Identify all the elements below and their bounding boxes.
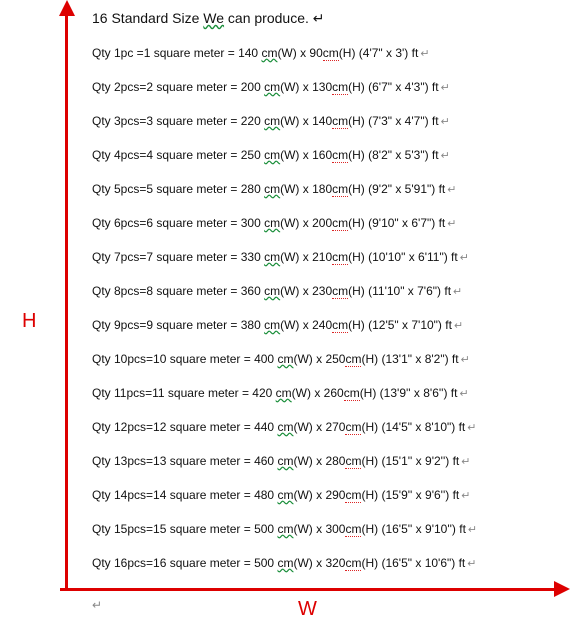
- arrow-right-icon: [554, 581, 570, 597]
- size-entry: Qty 5pcs=5 square meter = 280 cm(W) x 18…: [92, 182, 552, 216]
- size-entry: Qty 1pc =1 square meter = 140 cm(W) x 90…: [92, 46, 552, 80]
- line-break-icon: ↵: [313, 10, 325, 26]
- size-entry: Qty 4pcs=4 square meter = 250 cm(W) x 16…: [92, 148, 552, 182]
- size-entry: Qty 11pcs=11 square meter = 420 cm(W) x …: [92, 386, 552, 420]
- size-entry: Qty 2pcs=2 square meter = 200 cm(W) x 13…: [92, 80, 552, 114]
- title-prefix: 16 Standard Size: [92, 10, 203, 26]
- height-axis-line: [65, 5, 68, 590]
- size-entry: Qty 12pcs=12 square meter = 440 cm(W) x …: [92, 420, 552, 454]
- title-we: We: [203, 10, 224, 26]
- size-entry: Qty 3pcs=3 square meter = 220 cm(W) x 14…: [92, 114, 552, 148]
- size-entry: Qty 8pcs=8 square meter = 360 cm(W) x 23…: [92, 284, 552, 318]
- chart-title: 16 Standard Size We can produce. ↵: [92, 10, 325, 27]
- size-entries: Qty 1pc =1 square meter = 140 cm(W) x 90…: [92, 46, 552, 590]
- size-entry: Qty 9pcs=9 square meter = 380 cm(W) x 24…: [92, 318, 552, 352]
- title-suffix: can produce.: [224, 10, 309, 26]
- size-entry: Qty 15pcs=15 square meter = 500 cm(W) x …: [92, 522, 552, 556]
- size-entry: Qty 6pcs=6 square meter = 300 cm(W) x 20…: [92, 216, 552, 250]
- size-entry: Qty 13pcs=13 square meter = 460 cm(W) x …: [92, 454, 552, 488]
- size-entry: Qty 16pcs=16 square meter = 500 cm(W) x …: [92, 556, 552, 590]
- width-axis-label: W: [298, 598, 317, 621]
- line-break-icon: ↵: [92, 598, 102, 612]
- size-entry: Qty 10pcs=10 square meter = 400 cm(W) x …: [92, 352, 552, 386]
- size-entry: Qty 7pcs=7 square meter = 330 cm(W) x 21…: [92, 250, 552, 284]
- height-axis-label: H: [22, 310, 36, 333]
- size-chart: H W 16 Standard Size We can produce. ↵ Q…: [0, 0, 570, 624]
- size-entry: Qty 14pcs=14 square meter = 480 cm(W) x …: [92, 488, 552, 522]
- arrow-up-icon: [59, 0, 75, 16]
